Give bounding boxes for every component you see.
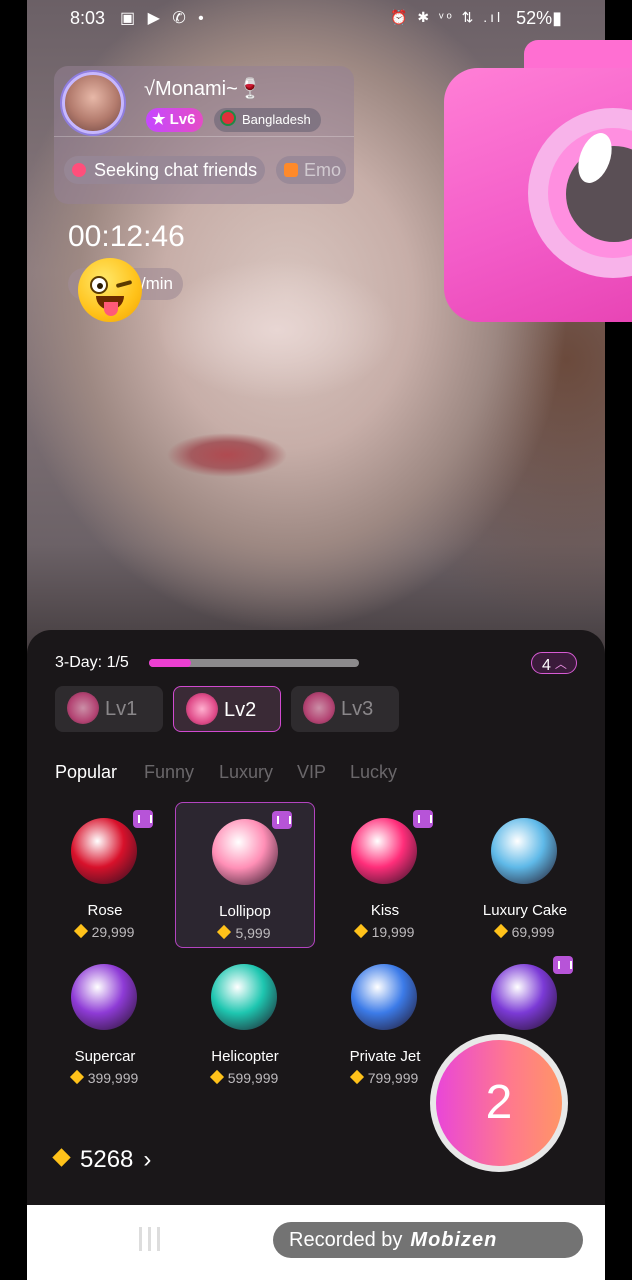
host-country-badge: Bangladesh: [214, 108, 321, 132]
task-progress-bar: [149, 659, 359, 667]
gift-price: 69,999: [455, 923, 595, 940]
tab-popular[interactable]: Popular: [55, 762, 117, 783]
divider: [54, 136, 354, 137]
kiss-lips-icon: [351, 818, 417, 884]
lollipop-icon: [303, 692, 335, 724]
lollipop-icon: [67, 692, 99, 724]
diamond-icon: [353, 923, 368, 939]
gift-price: 19,999: [315, 923, 455, 940]
gift-name: Luxury Cake: [482, 902, 568, 919]
host-name: √Monami~🍷: [144, 78, 263, 100]
gift-item[interactable]: Lollipop 5,999: [175, 802, 315, 948]
gift-name: Helicopter: [211, 1048, 279, 1065]
tab-lucky[interactable]: Lucky: [350, 762, 397, 783]
notification-icons: ▣ ▶ ✆ •: [120, 10, 208, 27]
recent-apps-icon[interactable]: [139, 1227, 167, 1253]
gift-count-selector[interactable]: 4 ︿: [531, 652, 577, 674]
tab-lv3[interactable]: Lv3: [291, 686, 399, 732]
emoji-tag-icon: [284, 163, 298, 177]
tab-vip[interactable]: VIP: [297, 762, 326, 783]
diamond-icon: [217, 924, 232, 940]
camera-switch-button[interactable]: [444, 40, 632, 322]
animated-badge-icon: [272, 811, 292, 829]
task-label: 3-Day: 1/5: [55, 654, 129, 671]
heart-icon: [72, 163, 86, 177]
gift-name: Supercar: [74, 1048, 136, 1065]
diamond-icon: [349, 1069, 364, 1085]
gift-price: 599,999: [175, 1069, 315, 1086]
chevron-up-icon: ︿: [554, 657, 567, 671]
gift-price: 5,999: [176, 924, 314, 941]
rose-icon: [71, 818, 137, 884]
gift-price: 29,999: [35, 923, 175, 940]
tab-lv1[interactable]: Lv1: [55, 686, 163, 732]
host-level-badge: ★ Lv6: [146, 108, 204, 132]
cake-icon: [491, 818, 557, 884]
diamond-icon: [209, 1069, 224, 1085]
animated-badge-icon: [553, 956, 573, 974]
helicopter-icon: [211, 964, 277, 1030]
tab-luxury[interactable]: Luxury: [219, 762, 273, 783]
task-progress-fill: [149, 659, 191, 667]
gift-name: Kiss: [370, 902, 400, 919]
recorder-brand: Mobizen: [410, 1229, 498, 1251]
host-info-card[interactable]: √Monami~🍷 ★ Lv6 Bangladesh Seeking chat …: [54, 66, 354, 204]
lollipop-icon: [212, 819, 278, 885]
gift-item[interactable]: Kiss 19,999: [315, 802, 455, 948]
diamond-balance[interactable]: 5268 ›: [52, 1146, 152, 1174]
gift-item[interactable]: Luxury Cake 69,999: [455, 802, 595, 948]
status-time: 8:03: [70, 8, 106, 28]
gift-item[interactable]: Rose 29,999: [35, 802, 175, 948]
animated-badge-icon: [413, 810, 433, 828]
winking-tongue-emoji-icon[interactable]: [78, 258, 142, 322]
system-icons: ⏰ ✱ ᵛᵒ ⇅ .ıl: [390, 9, 504, 25]
diamond-icon: [493, 923, 508, 939]
gift-name: Rose: [87, 902, 123, 919]
host-country: Bangladesh: [242, 112, 311, 127]
jet-icon: [351, 964, 417, 1030]
status-bar: 8:03 ▣ ▶ ✆ • ⏰ ✱ ᵛᵒ ⇅ .ıl 52%▮: [0, 0, 632, 36]
host-tag: Emo: [276, 156, 346, 184]
gift-item[interactable]: Helicopter 599,999: [175, 948, 315, 1094]
star-icon: ★: [152, 111, 166, 128]
gift-item[interactable]: Private Jet 799,999: [315, 948, 455, 1094]
castle-icon: [491, 964, 557, 1030]
send-combo-button[interactable]: 2: [430, 1034, 568, 1172]
car-icon: [71, 964, 137, 1030]
gift-name: Private Jet: [349, 1048, 421, 1065]
gift-name: Lollipop: [219, 903, 271, 920]
screen-recorder-watermark: Recorded by Mobizen: [273, 1222, 583, 1258]
chevron-right-icon: ›: [143, 1146, 152, 1173]
host-level: Lv6: [169, 111, 196, 128]
host-avatar[interactable]: [62, 72, 124, 134]
tab-lv2[interactable]: Lv2: [173, 686, 281, 732]
gift-price: 399,999: [35, 1069, 175, 1086]
host-tag: Seeking chat friends: [64, 156, 266, 184]
combo-count: 2: [436, 1040, 562, 1166]
lollipop-icon: [186, 693, 218, 725]
diamond-icon: [73, 923, 88, 939]
call-timer: 00:12:46: [68, 220, 185, 253]
diamond-icon: [52, 1148, 71, 1167]
animated-badge-icon: [133, 810, 153, 828]
tab-funny[interactable]: Funny: [144, 762, 194, 783]
bangladesh-flag-icon: [220, 110, 236, 126]
diamond-icon: [69, 1069, 84, 1085]
gift-item[interactable]: Supercar 399,999: [35, 948, 175, 1094]
battery-level: 52%▮: [516, 8, 562, 28]
